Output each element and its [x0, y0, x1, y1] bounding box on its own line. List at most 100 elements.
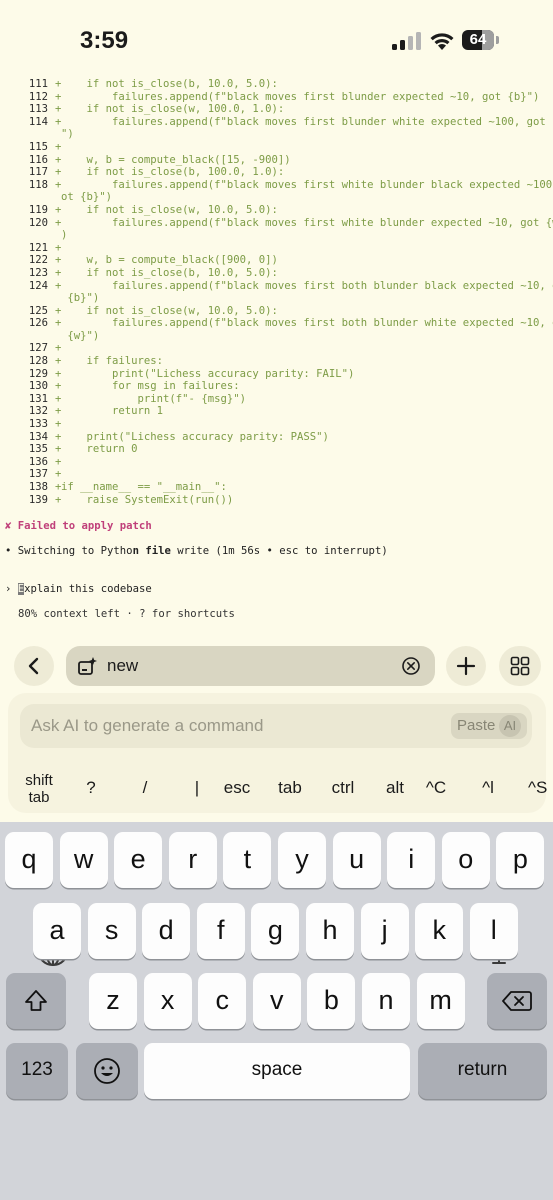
diff-add-marker: + [55, 455, 62, 468]
line-number: 123 [28, 266, 48, 279]
line-number: 111 [28, 78, 48, 90]
code-text: return 0 [61, 443, 138, 456]
ctrl-c-key[interactable]: ^C [420, 768, 452, 812]
esc-key[interactable]: esc [220, 768, 254, 812]
line-number: 121 [28, 241, 48, 254]
key-t[interactable]: t [223, 832, 272, 888]
ai-command-input[interactable] [31, 704, 441, 748]
key-w[interactable]: w [59, 832, 108, 888]
key-e[interactable]: e [114, 832, 163, 888]
line-number: 132 [28, 405, 48, 418]
code-line: 135 + return 0 [0, 443, 553, 456]
code-text: return 1 [61, 405, 164, 418]
key-q[interactable]: q [5, 832, 53, 888]
code-line: 133 + [0, 418, 553, 431]
code-line-wrap: ) [0, 229, 553, 242]
key-y[interactable]: y [278, 832, 326, 888]
line-number: 135 [28, 443, 48, 456]
diff-add-marker: + [55, 140, 62, 153]
line-number: 118 [28, 178, 48, 191]
key-s[interactable]: s [87, 903, 136, 959]
shift-key[interactable] [6, 973, 66, 1029]
numbers-key[interactable]: 123 [6, 1043, 68, 1099]
tabs-overview-button[interactable] [499, 646, 541, 686]
return-key[interactable]: return [418, 1043, 547, 1099]
ai-sparkle-icon [78, 657, 97, 675]
back-button[interactable] [14, 646, 54, 686]
line-number: 137 [28, 468, 48, 481]
code-text: if not is_close(w, 10.0, 5.0): [61, 304, 278, 317]
space-key[interactable]: space [144, 1043, 410, 1099]
key-p[interactable]: p [496, 832, 545, 888]
slash-key[interactable]: / [132, 768, 158, 812]
line-number: 131 [28, 392, 48, 405]
pipe-key[interactable]: | [184, 768, 210, 812]
paste-button[interactable]: Paste AI [451, 713, 527, 739]
alt-key[interactable]: alt [380, 768, 410, 812]
line-number: 127 [28, 342, 48, 355]
code-line: 134 + print("Lichess accuracy parity: PAS… [0, 431, 553, 444]
line-number: 130 [28, 380, 48, 393]
key-o[interactable]: o [441, 832, 490, 888]
code-line: 127 + [0, 342, 553, 355]
key-v[interactable]: v [252, 973, 301, 1029]
code-text: print("Lichess accuracy parity: FAIL") [61, 367, 355, 380]
grid-icon [510, 656, 530, 676]
key-m[interactable]: m [416, 973, 465, 1029]
line-number: 114 [28, 115, 48, 128]
question-key[interactable]: ? [78, 768, 104, 812]
emoji-key[interactable] [76, 1043, 138, 1099]
code-line: 130 + for msg in failures: [0, 380, 553, 393]
key-n[interactable]: n [362, 973, 410, 1029]
key-f[interactable]: f [196, 903, 245, 959]
line-number: 116 [28, 153, 48, 166]
onscreen-keyboard: 123 space return qwertyuiop asdfghjkl zxcv… [0, 822, 553, 1200]
cellular-signal-icon [392, 30, 422, 50]
code-line-wrap: {w}") [0, 330, 553, 343]
key-u[interactable]: u [332, 832, 381, 888]
ctrl-key[interactable]: ctrl [326, 768, 360, 812]
key-z[interactable]: z [89, 973, 137, 1029]
key-k[interactable]: k [415, 903, 464, 959]
code-line-wrap: ") [0, 128, 553, 141]
tab-key[interactable]: tab [273, 768, 307, 812]
code-text: failures.append(f"black moves first both… [61, 279, 553, 292]
code-line: 112 + failures.append(f"black moves first… [0, 91, 553, 104]
line-number: 134 [28, 430, 48, 443]
clear-icon[interactable] [401, 656, 421, 676]
line-number: 133 [28, 418, 48, 431]
key-i[interactable]: i [387, 832, 436, 888]
code-text: ) [61, 229, 68, 242]
session-tab-field[interactable]: new [66, 646, 435, 686]
shift-tab-key[interactable]: shift tab [18, 772, 60, 816]
key-g[interactable]: g [251, 903, 300, 959]
code-line: 132 + return 1 [0, 405, 553, 418]
ctrl-s-key[interactable]: ^S [528, 768, 552, 812]
code-line: 111 + if not is_close(b, 10.0, 5.0): [0, 78, 553, 91]
code-line: 136 + [0, 456, 553, 469]
key-r[interactable]: r [168, 832, 217, 888]
key-x[interactable]: x [143, 973, 192, 1029]
code-line: 114 + failures.append(f"black moves first… [0, 116, 553, 129]
code-text: {w}") [61, 329, 100, 342]
code-line: 125 + if not is_close(w, 10.0, 5.0): [0, 305, 553, 318]
line-number: 128 [28, 355, 48, 368]
key-a[interactable]: a [33, 903, 81, 959]
prompt-line[interactable]: › Explain this codebase [5, 583, 152, 595]
key-b[interactable]: b [307, 973, 356, 1029]
new-tab-button[interactable] [446, 646, 486, 686]
key-c[interactable]: c [198, 973, 247, 1029]
key-d[interactable]: d [142, 903, 191, 959]
context-status: 80% context left · ? for shortcuts [18, 608, 235, 620]
code-text: w, b = compute_black([15, -900]) [61, 153, 291, 166]
key-j[interactable]: j [360, 903, 409, 959]
code-line: 116 + w, b = compute_black([15, -900]) [0, 154, 553, 167]
code-line-wrap: ot {b}") [0, 191, 553, 204]
line-number: 119 [28, 203, 48, 216]
key-l[interactable]: l [469, 903, 518, 959]
code-line: 115 + [0, 141, 553, 154]
key-h[interactable]: h [306, 903, 354, 959]
delete-key[interactable] [487, 973, 547, 1029]
code-text: if not is_close(b, 10.0, 5.0): [61, 266, 278, 279]
ctrl-l-key[interactable]: ^l [472, 768, 504, 812]
